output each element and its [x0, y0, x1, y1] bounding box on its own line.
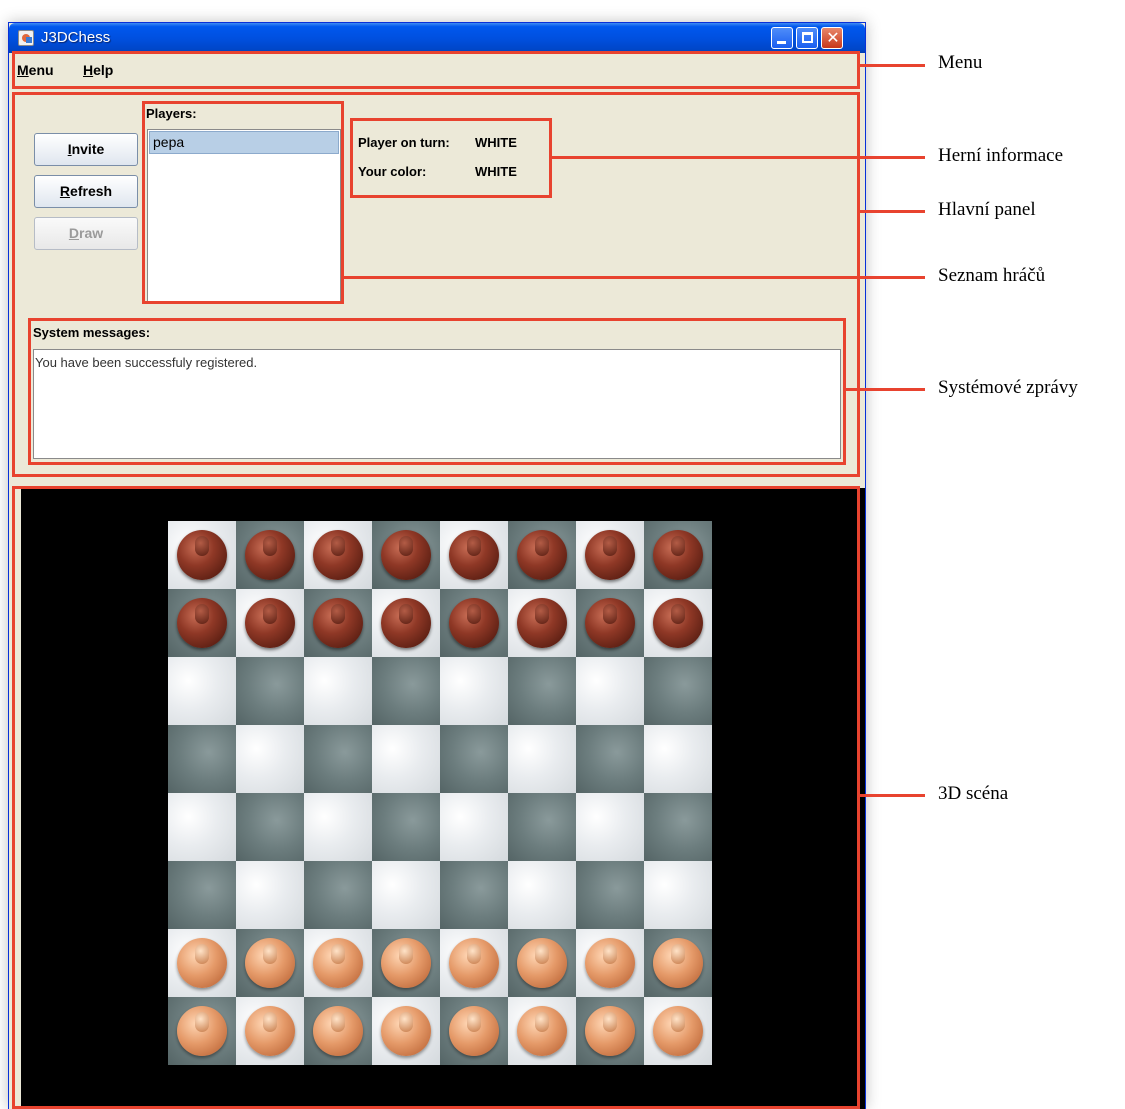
menu-frame — [12, 51, 860, 89]
close-icon: ✕ — [826, 28, 840, 47]
main-panel-leader-line — [860, 210, 925, 213]
system-messages-leader-line — [846, 388, 925, 391]
annotation-game-info: Herní informace — [938, 145, 1064, 166]
players-list-frame — [142, 101, 344, 304]
close-button[interactable]: ✕ — [821, 27, 843, 49]
annotation-main-panel: Hlavní panel — [938, 199, 1036, 220]
maximize-button[interactable] — [796, 27, 818, 49]
annotation-menu: Menu — [938, 52, 983, 73]
menu-leader-line — [860, 64, 925, 67]
game-info-leader-line — [552, 156, 925, 159]
players-list-leader-line — [344, 276, 925, 279]
game-info-frame — [350, 118, 552, 198]
java-app-icon — [18, 30, 34, 46]
annotation-system-messages: Systémové zprávy — [938, 377, 1078, 398]
scene-leader-line — [860, 794, 925, 797]
minimize-button[interactable] — [771, 27, 793, 49]
maximize-icon — [802, 32, 813, 43]
minimize-icon — [777, 41, 786, 44]
system-messages-frame — [28, 318, 846, 465]
title-bar[interactable]: J3DChess ✕ — [9, 23, 865, 53]
annotation-3d-scene: 3D scéna — [938, 783, 1009, 804]
annotation-players-list: Seznam hráčů — [938, 265, 1046, 286]
window-title: J3DChess — [41, 29, 111, 46]
scene-frame — [12, 486, 860, 1109]
